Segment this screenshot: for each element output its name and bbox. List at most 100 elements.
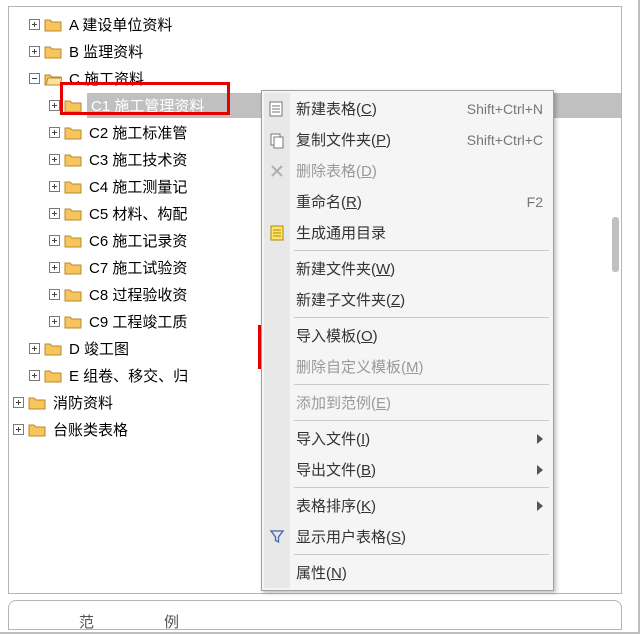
tree-node-label: E 组卷、移交、归 bbox=[67, 364, 190, 387]
expand-icon[interactable] bbox=[49, 208, 60, 219]
expand-icon[interactable] bbox=[49, 235, 60, 246]
menu-item-label: 复制文件夹(P) bbox=[296, 132, 391, 149]
collapse-icon[interactable] bbox=[29, 73, 40, 84]
tree-node-label: 台账类表格 bbox=[51, 418, 130, 441]
menu-item-export-file[interactable]: 导出文件(B) bbox=[264, 454, 551, 485]
folder-icon bbox=[64, 287, 82, 302]
toc-icon bbox=[268, 224, 286, 242]
tree-node-label: D 竣工图 bbox=[67, 337, 131, 360]
copy-folder-icon bbox=[268, 131, 286, 149]
context-menu: 新建表格(C) Shift+Ctrl+N 复制文件夹(P) Shift+Ctrl… bbox=[261, 90, 554, 591]
new-table-icon bbox=[268, 100, 286, 118]
menu-item-label: 属性(N) bbox=[296, 565, 347, 582]
tree-node-label: C8 过程验收资 bbox=[87, 283, 189, 306]
tree-node-label: A 建设单位资料 bbox=[67, 13, 174, 36]
submenu-arrow-icon bbox=[537, 434, 543, 444]
menu-item-delete-custom-template: 删除自定义模板(M) bbox=[264, 351, 551, 382]
menu-separator bbox=[294, 554, 549, 555]
menu-item-gen-toc[interactable]: 生成通用目录 bbox=[264, 217, 551, 248]
expand-icon[interactable] bbox=[29, 46, 40, 57]
menu-item-label: 删除自定义模板(M) bbox=[296, 359, 424, 376]
menu-item-properties[interactable]: 属性(N) bbox=[264, 557, 551, 588]
expand-icon[interactable] bbox=[13, 424, 24, 435]
menu-item-label: 导入模板(O) bbox=[296, 328, 378, 345]
menu-item-label: 删除表格(D) bbox=[296, 163, 377, 180]
menu-item-label: 表格排序(K) bbox=[296, 498, 376, 515]
expand-icon[interactable] bbox=[49, 289, 60, 300]
delete-icon bbox=[268, 162, 286, 180]
submenu-arrow-icon bbox=[537, 465, 543, 475]
menu-item-shortcut: Shift+Ctrl+C bbox=[467, 132, 543, 148]
menu-item-label: 导出文件(B) bbox=[296, 462, 376, 479]
expand-icon[interactable] bbox=[49, 262, 60, 273]
folder-icon bbox=[44, 17, 62, 32]
tree-node-b[interactable]: B 监理资料 bbox=[9, 38, 621, 65]
tree-node-label: C9 工程竣工质 bbox=[87, 310, 189, 333]
folder-icon bbox=[64, 314, 82, 329]
expand-icon[interactable] bbox=[13, 397, 24, 408]
expand-icon[interactable] bbox=[49, 316, 60, 327]
tree-node-label: C7 施工试验资 bbox=[87, 256, 189, 279]
menu-separator bbox=[294, 420, 549, 421]
expand-icon[interactable] bbox=[29, 370, 40, 381]
expand-icon[interactable] bbox=[29, 19, 40, 30]
menu-item-import-template[interactable]: 导入模板(O) bbox=[264, 320, 551, 351]
tree-node-a[interactable]: A 建设单位资料 bbox=[9, 11, 621, 38]
tree-node-label: C5 材料、构配 bbox=[87, 202, 189, 225]
tree-node-label: C3 施工技术资 bbox=[87, 148, 189, 171]
folder-icon bbox=[64, 179, 82, 194]
submenu-arrow-icon bbox=[537, 501, 543, 511]
tree-node-label: B 监理资料 bbox=[67, 40, 145, 63]
expand-icon[interactable] bbox=[29, 343, 40, 354]
menu-item-shortcut: F2 bbox=[527, 194, 543, 210]
tree-node-label: C2 施工标准管 bbox=[87, 121, 189, 144]
menu-item-label: 重命名(R) bbox=[296, 194, 362, 211]
expand-icon[interactable] bbox=[49, 127, 60, 138]
tree-node-c[interactable]: C 施工资料 bbox=[9, 65, 621, 92]
folder-icon bbox=[64, 152, 82, 167]
menu-separator bbox=[294, 487, 549, 488]
folder-icon bbox=[64, 98, 82, 113]
folder-icon bbox=[64, 206, 82, 221]
tree-node-label: C 施工资料 bbox=[67, 67, 146, 90]
menu-item-copy-folder[interactable]: 复制文件夹(P) Shift+Ctrl+C bbox=[264, 124, 551, 155]
folder-icon bbox=[64, 260, 82, 275]
folder-icon bbox=[64, 233, 82, 248]
menu-item-label: 导入文件(I) bbox=[296, 431, 370, 448]
menu-item-label: 添加到范例(E) bbox=[296, 395, 391, 412]
expand-icon[interactable] bbox=[49, 154, 60, 165]
bottom-tab-1[interactable]: 范 bbox=[79, 611, 94, 632]
menu-separator bbox=[294, 317, 549, 318]
folder-icon bbox=[28, 422, 46, 437]
tree-node-label: C4 施工测量记 bbox=[87, 175, 189, 198]
menu-separator bbox=[294, 250, 549, 251]
folder-icon bbox=[44, 368, 62, 383]
folder-icon bbox=[64, 125, 82, 140]
menu-item-rename[interactable]: 重命名(R) F2 bbox=[264, 186, 551, 217]
expand-icon[interactable] bbox=[49, 181, 60, 192]
menu-item-new-table[interactable]: 新建表格(C) Shift+Ctrl+N bbox=[264, 93, 551, 124]
menu-item-import-file[interactable]: 导入文件(I) bbox=[264, 423, 551, 454]
menu-item-label: 新建表格(C) bbox=[296, 101, 377, 118]
tree-node-label: C6 施工记录资 bbox=[87, 229, 189, 252]
menu-item-new-folder[interactable]: 新建文件夹(W) bbox=[264, 253, 551, 284]
folder-icon bbox=[44, 341, 62, 356]
menu-item-label: 显示用户表格(S) bbox=[296, 529, 406, 546]
menu-item-new-subfolder[interactable]: 新建子文件夹(Z) bbox=[264, 284, 551, 315]
tree-node-label: 消防资料 bbox=[51, 391, 115, 414]
filter-icon bbox=[268, 528, 286, 546]
menu-item-delete-table: 删除表格(D) bbox=[264, 155, 551, 186]
menu-item-label: 新建文件夹(W) bbox=[296, 261, 395, 278]
menu-item-table-sort[interactable]: 表格排序(K) bbox=[264, 490, 551, 521]
menu-item-label: 新建子文件夹(Z) bbox=[296, 292, 405, 309]
bottom-tab-2[interactable]: 例 bbox=[164, 611, 179, 632]
folder-icon bbox=[28, 395, 46, 410]
menu-item-show-user-tables[interactable]: 显示用户表格(S) bbox=[264, 521, 551, 552]
scrollbar-thumb[interactable] bbox=[612, 217, 619, 272]
menu-item-label: 生成通用目录 bbox=[296, 222, 551, 243]
expand-icon[interactable] bbox=[49, 100, 60, 111]
menu-separator bbox=[294, 384, 549, 385]
folder-icon bbox=[44, 44, 62, 59]
bottom-panel: 范 例 bbox=[8, 600, 622, 630]
menu-item-add-to-example: 添加到范例(E) bbox=[264, 387, 551, 418]
